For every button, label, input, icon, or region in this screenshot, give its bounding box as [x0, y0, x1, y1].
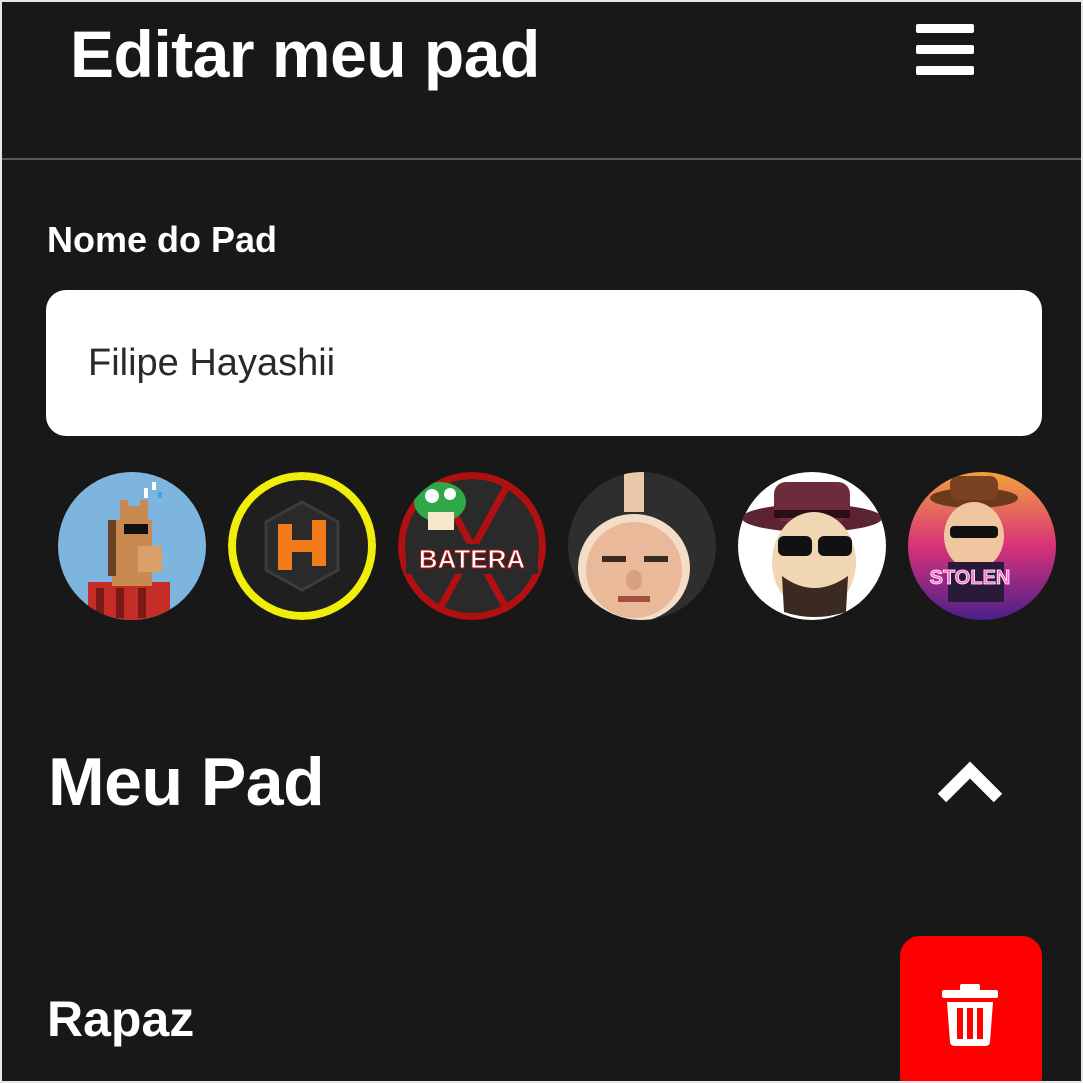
app-screen: Editar meu pad Nome do Pad Filipe Hayash… [0, 0, 1083, 1083]
batera-label: BATERA [419, 544, 526, 574]
sound-item-label: Rapaz [47, 991, 195, 1047]
header-bar: Editar meu pad [2, 2, 1081, 160]
avatar-stolen[interactable]: STOLEN [908, 472, 1056, 620]
pad-name-label: Nome do Pad [47, 219, 278, 260]
pad-name-input[interactable] [46, 290, 1042, 436]
avatar-face[interactable] [568, 472, 716, 620]
chevron-up-icon[interactable] [932, 754, 1008, 814]
page-title: Editar meu pad [70, 17, 540, 91]
hamburger-menu-icon[interactable] [906, 18, 978, 82]
delete-sound-button[interactable] [900, 936, 1042, 1081]
avatar-cowboy[interactable] [738, 472, 886, 620]
section-title: Meu Pad [48, 744, 325, 820]
avatar-horse[interactable] [58, 472, 206, 620]
avatar-picker: BATERA STOLEN [58, 472, 1081, 622]
avatar-batera[interactable]: BATERA [398, 472, 546, 620]
stolen-label: STOLEN [930, 567, 1011, 589]
avatar-h-logo[interactable] [228, 472, 376, 620]
trash-icon [942, 984, 998, 1046]
